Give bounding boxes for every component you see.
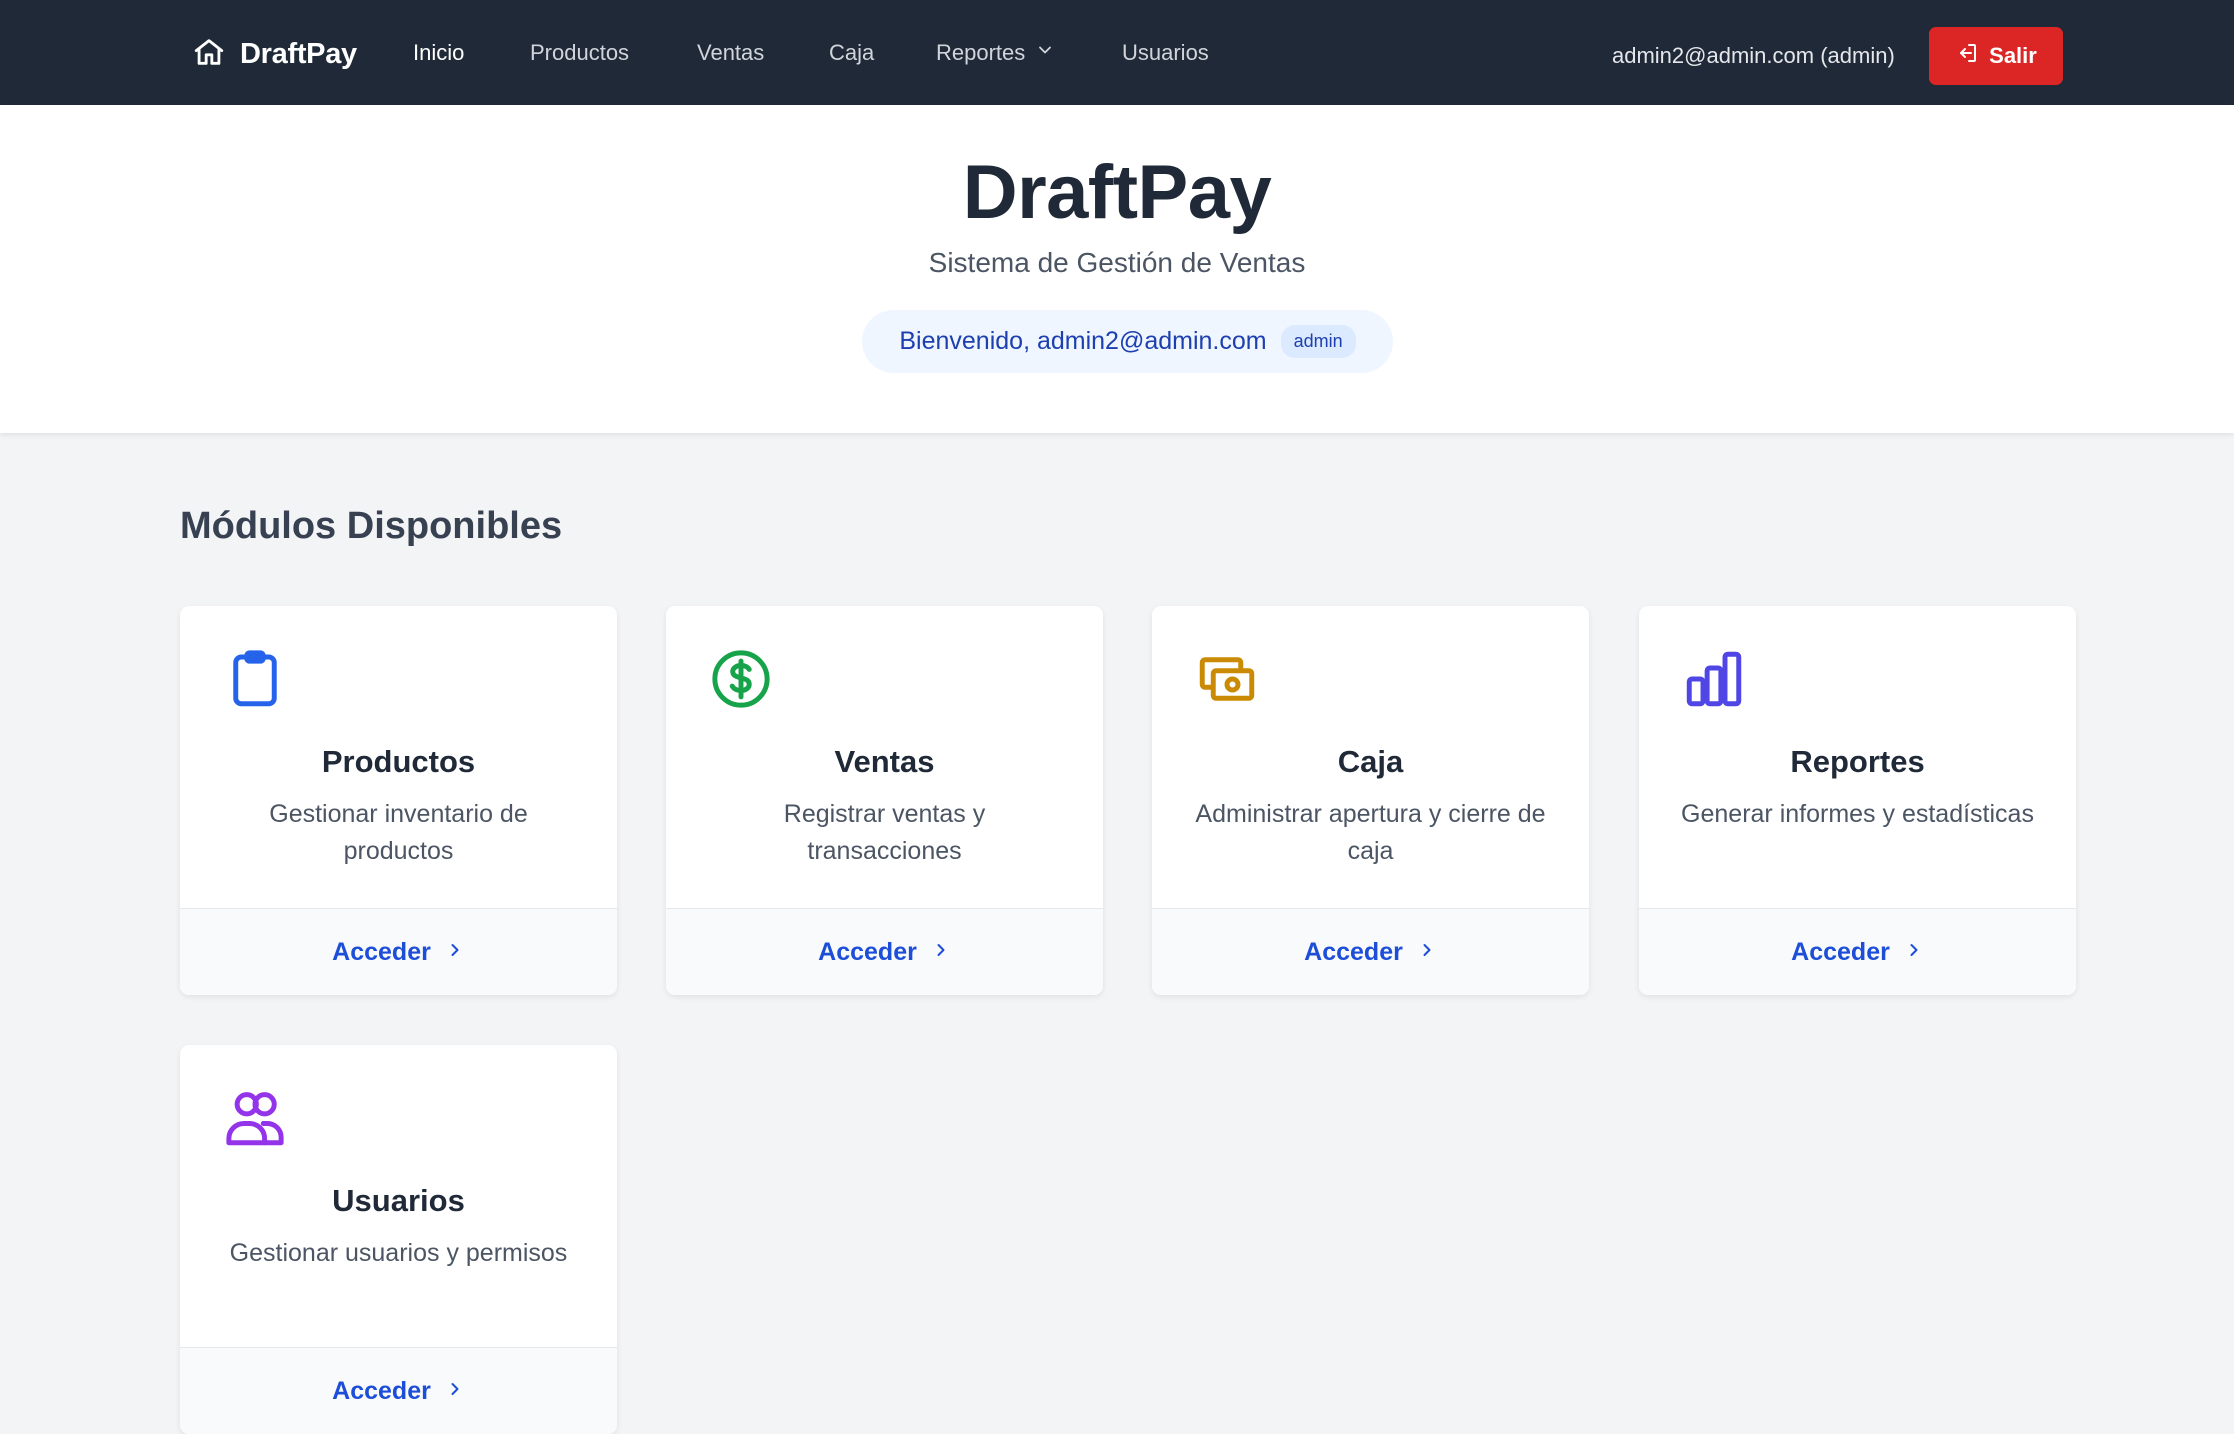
module-card-reportes: Reportes Generar informes y estadísticas… [1639,606,2076,995]
module-description: Registrar ventas y transacciones [783,800,986,865]
module-title: Productos [321,744,476,779]
module-card-usuarios: Usuarios Gestionar usuarios y permisos A… [180,1045,617,1434]
module-access-link[interactable]: Acceder [180,908,617,995]
module-access-link[interactable]: Acceder [180,1347,617,1434]
brand-link[interactable]: DraftPay [192,34,357,74]
chevron-right-icon [445,1377,465,1406]
nav-link-ventas[interactable]: Ventas [697,40,764,66]
hero-subtitle: Sistema de Gestión de Ventas [928,247,1306,278]
nav-link-usuarios[interactable]: Usuarios [1122,40,1209,66]
chevron-right-icon [1417,938,1437,967]
users-icon [222,1085,288,1151]
welcome-text: Bienvenido, admin2@admin.com [899,327,1267,355]
module-access-link[interactable]: Acceder [666,908,1103,995]
cash-icon [1194,646,1260,712]
clipboard-icon [222,646,288,712]
nav-link-productos[interactable]: Productos [530,40,629,66]
module-description: Gestionar usuarios y permisos [229,1239,568,1267]
section-title: Módulos Disponibles [180,505,563,547]
access-label: Acceder [1304,937,1403,966]
module-card-productos: Productos Gestionar inventario de produc… [180,606,617,995]
role-badge: admin [1280,325,1356,358]
brand-name: DraftPay [240,37,357,70]
chevron-right-icon [931,938,951,967]
module-card-caja: Caja Administrar apertura y cierre de ca… [1152,606,1589,995]
nav-link-inicio[interactable]: Inicio [413,40,464,66]
module-access-link[interactable]: Acceder [1639,908,2076,995]
module-access-link[interactable]: Acceder [1152,908,1589,995]
home-icon [192,35,226,74]
module-title: Usuarios [332,1183,465,1218]
hero-section: DraftPay Sistema de Gestión de Ventas Bi… [0,105,2234,433]
bar-chart-icon [1681,646,1747,712]
chevron-down-icon [1035,40,1055,66]
module-title: Caja [1337,744,1404,779]
current-user-label: admin2@admin.com (admin) [1612,43,1895,68]
nav-link-caja[interactable]: Caja [829,40,874,66]
nav-link-reportes-label: Reportes [936,40,1026,65]
logout-icon [1955,41,1979,71]
access-label: Acceder [332,1376,431,1405]
access-label: Acceder [1791,937,1890,966]
welcome-banner: Bienvenido, admin2@admin.com admin [862,310,1393,373]
access-label: Acceder [818,937,917,966]
chevron-right-icon [445,938,465,967]
dollar-circle-icon [708,646,774,712]
access-label: Acceder [332,937,431,966]
module-description: Generar informes y estadísticas [1681,800,2034,828]
module-description: Administrar apertura y cierre de caja [1195,800,1546,865]
nav-link-reportes[interactable]: Reportes [936,40,1055,66]
logout-button[interactable]: Salir [1929,27,2063,85]
hero-title: DraftPay [962,150,1272,235]
module-card-ventas: Ventas Registrar ventas y transacciones … [666,606,1103,995]
module-title: Ventas [834,744,935,779]
chevron-right-icon [1904,938,1924,967]
top-navbar: DraftPay Inicio Productos Ventas Caja Re… [0,0,2234,105]
module-title: Reportes [1790,744,1925,779]
module-description: Gestionar inventario de productos [269,800,528,865]
logout-label: Salir [1989,43,2037,68]
